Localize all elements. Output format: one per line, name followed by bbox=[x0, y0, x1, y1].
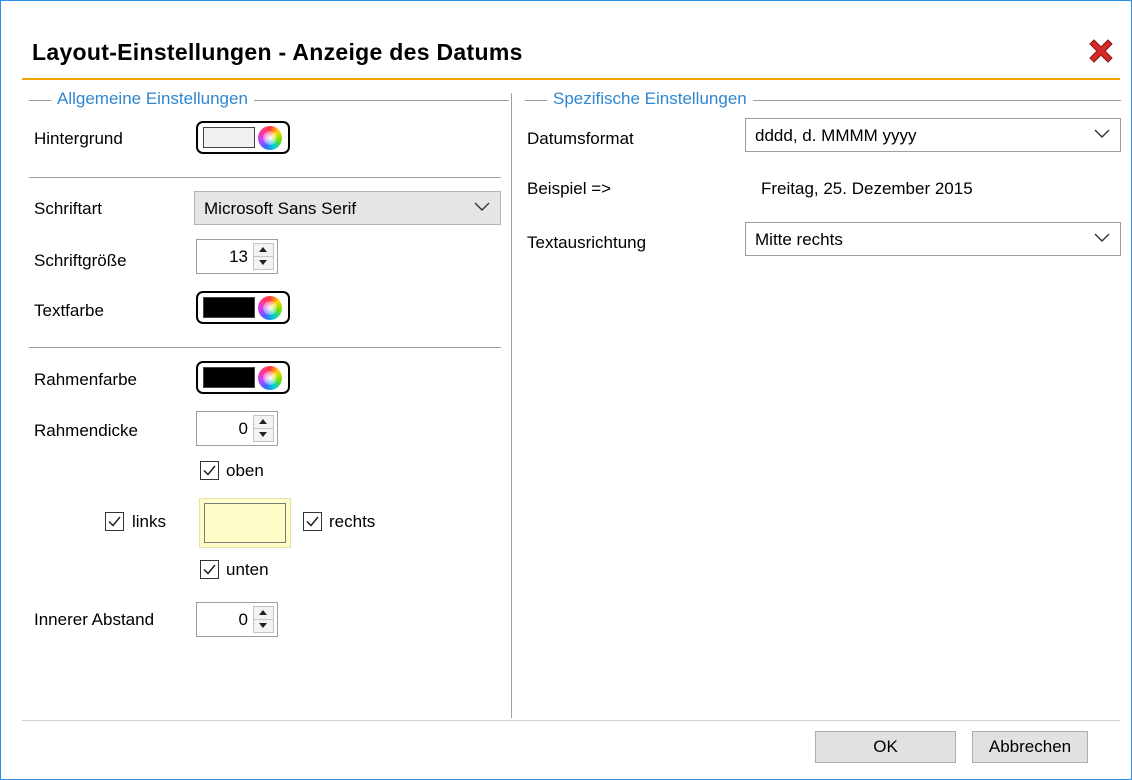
close-icon[interactable] bbox=[1086, 36, 1116, 66]
alignment-value: Mitte rechts bbox=[755, 230, 843, 249]
stepper-up-icon[interactable] bbox=[254, 607, 273, 620]
date-format-label: Datumsformat bbox=[527, 129, 634, 148]
checkmark-icon bbox=[203, 465, 216, 476]
border-width-stepper[interactable]: 0 bbox=[196, 411, 278, 446]
font-size-value: 13 bbox=[229, 247, 248, 266]
border-width-label: Rahmendicke bbox=[34, 421, 138, 440]
checkmark-icon bbox=[306, 516, 319, 527]
checkbox-left[interactable] bbox=[105, 512, 124, 531]
checkmark-icon bbox=[203, 564, 216, 575]
divider bbox=[29, 347, 501, 348]
checkbox-top-label[interactable]: oben bbox=[226, 461, 264, 481]
dialog-title: Layout-Einstellungen - Anzeige des Datum… bbox=[32, 39, 523, 65]
text-color-button[interactable] bbox=[196, 291, 290, 324]
checkbox-left-label[interactable]: links bbox=[132, 512, 166, 532]
chevron-down-icon bbox=[1094, 233, 1110, 242]
stepper-up-icon[interactable] bbox=[254, 244, 273, 257]
checkmark-icon bbox=[108, 516, 121, 527]
group-separator bbox=[511, 93, 512, 718]
dialog-window: Layout-Einstellungen - Anzeige des Datum… bbox=[0, 0, 1132, 780]
border-width-value: 0 bbox=[238, 419, 248, 438]
text-color-label: Textfarbe bbox=[34, 301, 104, 320]
font-select-value: Microsoft Sans Serif bbox=[204, 199, 357, 218]
alignment-select[interactable]: Mitte rechts bbox=[745, 222, 1121, 256]
color-wheel-icon bbox=[258, 126, 282, 150]
border-color-button[interactable] bbox=[196, 361, 290, 394]
checkbox-bottom-label[interactable]: unten bbox=[226, 560, 269, 580]
example-value: Freitag, 25. Dezember 2015 bbox=[761, 179, 973, 198]
stepper-down-icon[interactable] bbox=[254, 620, 273, 632]
cancel-button[interactable]: Abbrechen bbox=[972, 731, 1088, 763]
font-size-label: Schriftgröße bbox=[34, 251, 127, 270]
stepper-arrows bbox=[253, 606, 274, 633]
background-color-swatch bbox=[203, 127, 255, 148]
padding-label: Innerer Abstand bbox=[34, 610, 155, 629]
stepper-arrows bbox=[253, 243, 274, 270]
font-label: Schriftart bbox=[34, 199, 103, 218]
checkbox-right[interactable] bbox=[303, 512, 322, 531]
stepper-down-icon[interactable] bbox=[254, 257, 273, 269]
general-group-title: Allgemeine Einstellungen bbox=[51, 89, 254, 109]
color-wheel-icon bbox=[258, 296, 282, 320]
title-divider bbox=[22, 78, 1120, 80]
border-color-label: Rahmenfarbe bbox=[34, 370, 138, 389]
color-wheel-icon bbox=[258, 366, 282, 390]
checkbox-right-label[interactable]: rechts bbox=[329, 512, 375, 532]
alignment-label: Textausrichtung bbox=[527, 233, 647, 252]
font-select[interactable]: Microsoft Sans Serif bbox=[194, 191, 501, 225]
border-color-swatch bbox=[203, 367, 255, 388]
border-preview-frame bbox=[204, 503, 286, 543]
background-label: Hintergrund bbox=[34, 129, 123, 148]
checkbox-bottom[interactable] bbox=[200, 560, 219, 579]
example-label: Beispiel => bbox=[527, 179, 612, 198]
divider bbox=[29, 177, 501, 178]
background-color-button[interactable] bbox=[196, 121, 290, 154]
checkbox-top[interactable] bbox=[200, 461, 219, 480]
padding-value: 0 bbox=[238, 610, 248, 629]
padding-stepper[interactable]: 0 bbox=[196, 602, 278, 637]
specific-group-title: Spezifische Einstellungen bbox=[547, 89, 753, 109]
date-format-select[interactable]: dddd, d. MMMM yyyy bbox=[745, 118, 1121, 152]
font-size-stepper[interactable]: 13 bbox=[196, 239, 278, 274]
date-format-value: dddd, d. MMMM yyyy bbox=[755, 126, 917, 145]
ok-button[interactable]: OK bbox=[815, 731, 956, 763]
footer-divider bbox=[22, 720, 1120, 721]
chevron-down-icon bbox=[474, 202, 490, 211]
stepper-arrows bbox=[253, 415, 274, 442]
text-color-swatch bbox=[203, 297, 255, 318]
stepper-up-icon[interactable] bbox=[254, 416, 273, 429]
border-preview bbox=[199, 498, 291, 548]
chevron-down-icon bbox=[1094, 129, 1110, 138]
stepper-down-icon[interactable] bbox=[254, 429, 273, 441]
